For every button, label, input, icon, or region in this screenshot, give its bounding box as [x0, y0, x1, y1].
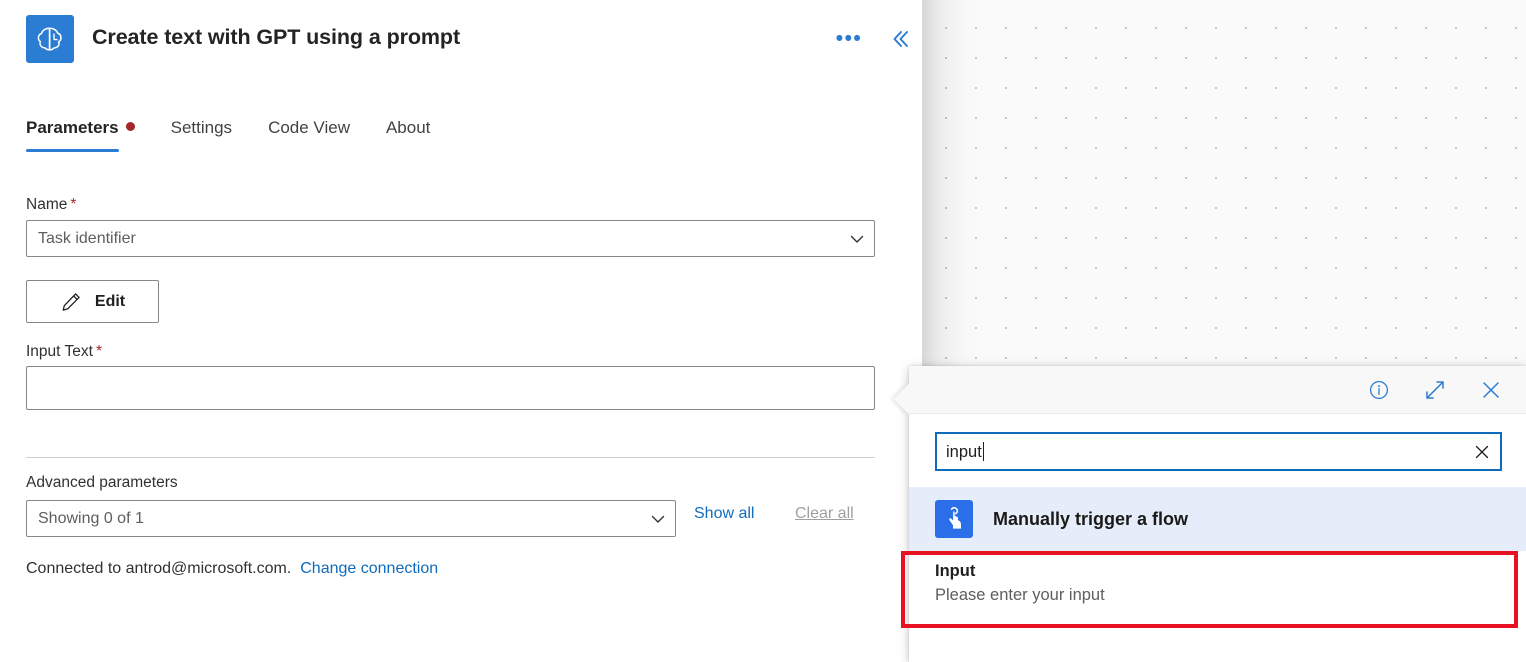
- list-item[interactable]: Manually trigger a flow: [909, 487, 1526, 551]
- tab-parameters[interactable]: Parameters: [26, 118, 155, 152]
- change-connection-link[interactable]: Change connection: [300, 560, 438, 577]
- name-input-value: Task identifier: [38, 229, 136, 247]
- advanced-parameters-label: Advanced parameters: [26, 474, 178, 491]
- dynamic-content-search-input[interactable]: input: [935, 432, 1502, 471]
- tab-active-underline: [26, 149, 119, 152]
- clear-x-icon[interactable]: [1464, 442, 1500, 462]
- app-root: Create text with GPT using a prompt ••• …: [0, 0, 1526, 662]
- tab-parameters-alert-dot: [125, 122, 135, 131]
- tab-code-view-label: Code View: [268, 118, 350, 137]
- flyout-toolbar: [909, 366, 1526, 414]
- tab-settings-label: Settings: [170, 118, 233, 137]
- section-divider: [26, 457, 875, 458]
- tab-about[interactable]: About: [386, 118, 450, 152]
- close-x-icon[interactable]: [1476, 375, 1506, 405]
- show-all-link[interactable]: Show all: [694, 505, 754, 523]
- name-chevron-down-icon[interactable]: [840, 221, 874, 256]
- input-text-label-text: Input Text: [26, 343, 93, 360]
- connection-text: Connected to antrod@microsoft.com.: [26, 560, 292, 577]
- page-title: Create text with GPT using a prompt: [92, 25, 461, 49]
- search-input-value: input: [946, 442, 982, 461]
- list-item-title: Input: [935, 562, 976, 580]
- tab-settings[interactable]: Settings: [171, 118, 252, 152]
- list-item[interactable]: Input Please enter your input: [909, 551, 1526, 621]
- advanced-chevron-down-icon[interactable]: [641, 501, 675, 536]
- edit-button-label: Edit: [94, 292, 126, 310]
- manual-trigger-hand-icon: [935, 500, 973, 538]
- info-circle-icon[interactable]: [1364, 375, 1394, 405]
- gpt-brain-icon: [26, 15, 74, 63]
- advanced-parameters-value: Showing 0 of 1: [38, 509, 144, 527]
- more-options-icon[interactable]: •••: [836, 26, 862, 52]
- name-input[interactable]: Task identifier: [26, 220, 875, 257]
- tab-parameters-label: Parameters: [26, 118, 119, 137]
- tab-bar: Parameters Settings Code View About: [26, 118, 466, 152]
- name-field-label: Name *: [26, 196, 76, 214]
- collapse-panel-icon[interactable]: [884, 22, 916, 56]
- tab-about-label: About: [385, 118, 431, 137]
- name-required-asterisk: *: [70, 196, 77, 213]
- list-item-title: Manually trigger a flow: [993, 508, 1189, 529]
- list-item-subtitle: Please enter your input: [935, 586, 1105, 604]
- search-input-value-wrap: input: [937, 441, 1464, 462]
- input-text-required-asterisk: *: [95, 343, 102, 360]
- text-caret: [982, 441, 985, 461]
- expand-diagonal-icon[interactable]: [1420, 375, 1450, 405]
- advanced-parameters-dropdown[interactable]: Showing 0 of 1: [26, 500, 676, 537]
- clear-all-link[interactable]: Clear all: [795, 505, 854, 523]
- edit-button[interactable]: Edit: [26, 280, 159, 323]
- pencil-icon: [62, 292, 80, 311]
- action-details-pane: Create text with GPT using a prompt ••• …: [0, 0, 922, 662]
- dynamic-content-flyout: input Manually trigger a flow Input Plea…: [893, 366, 1526, 662]
- input-text-field[interactable]: [26, 366, 875, 410]
- tab-code-view[interactable]: Code View: [268, 118, 370, 152]
- pane-header: Create text with GPT using a prompt •••: [0, 0, 922, 80]
- connection-status: Connected to antrod@microsoft.com. Change…: [26, 560, 438, 578]
- input-text-field-label: Input Text *: [26, 343, 102, 361]
- name-label-text: Name: [26, 196, 68, 213]
